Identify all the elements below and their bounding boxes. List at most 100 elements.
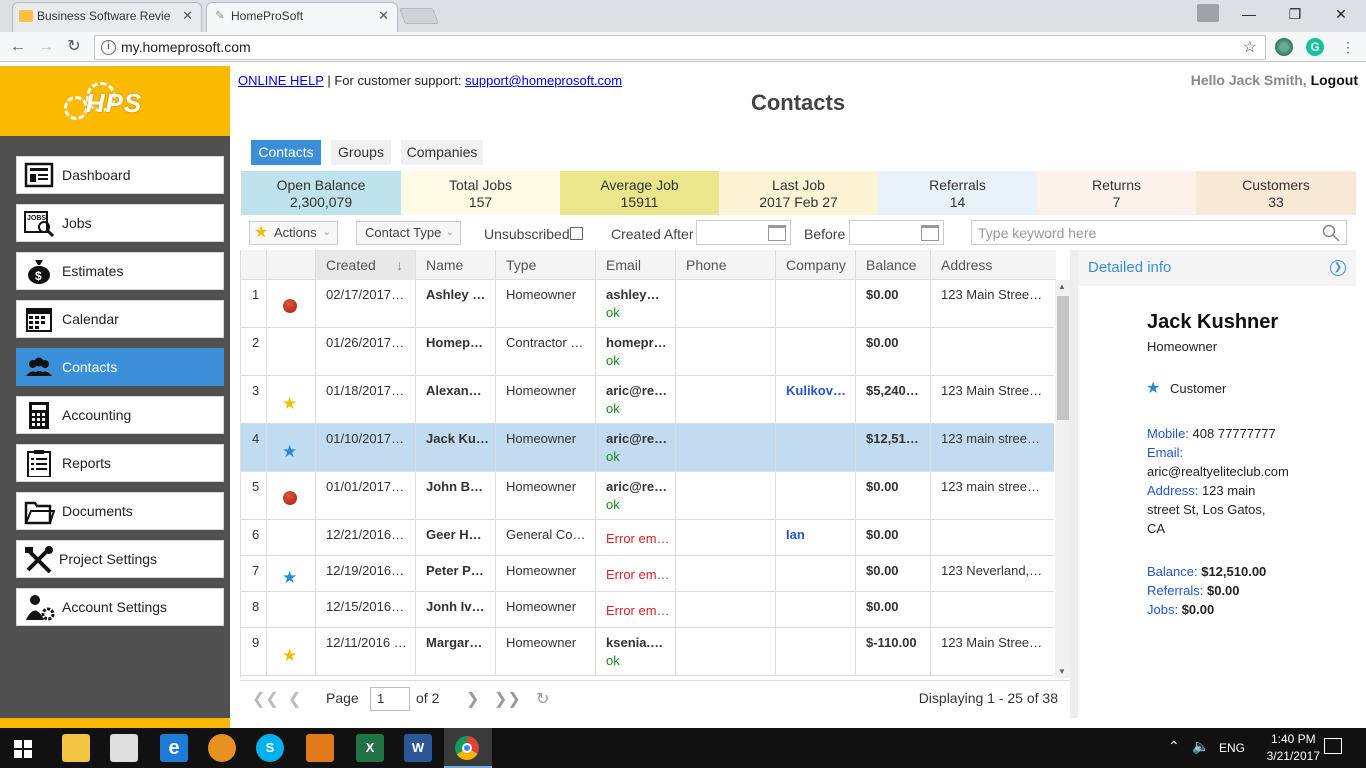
sidebar-item-estimates[interactable]: $ Estimates bbox=[16, 252, 224, 290]
store-icon[interactable] bbox=[110, 734, 138, 762]
row-marker[interactable]: ★ bbox=[267, 628, 316, 675]
stat-referrals[interactable]: Referrals 14 bbox=[878, 171, 1037, 215]
notifications-icon[interactable] bbox=[1324, 738, 1342, 754]
grammarly-extension-icon[interactable]: G bbox=[1306, 38, 1324, 56]
sidebar-item-contacts[interactable]: Contacts bbox=[16, 348, 224, 386]
row-marker[interactable] bbox=[267, 280, 316, 327]
support-email-link[interactable]: support@homeprosoft.com bbox=[465, 73, 622, 88]
user-profile-icon[interactable] bbox=[1188, 0, 1228, 30]
last-page-icon[interactable]: ❯❯ bbox=[494, 689, 521, 709]
search-icon[interactable] bbox=[1322, 224, 1340, 242]
cell-company[interactable] bbox=[776, 280, 856, 327]
table-row[interactable]: 7 ★ 12/19/2016… Peter P… Homeowner Error… bbox=[241, 556, 1054, 592]
sidebar-item-project-settings[interactable]: Project Settings bbox=[16, 540, 224, 578]
browser-tab-homeprosoft[interactable]: ✎ HomeProSoft ✕ bbox=[206, 2, 398, 32]
skype-icon[interactable]: S bbox=[256, 734, 284, 762]
created-after-date-input[interactable] bbox=[696, 220, 791, 245]
cell-company[interactable] bbox=[776, 328, 856, 375]
scroll-up-icon[interactable]: ▲ bbox=[1058, 282, 1066, 291]
language-indicator[interactable]: ENG bbox=[1219, 741, 1245, 755]
contact-type-dropdown[interactable]: Contact Type ⌄ bbox=[356, 221, 461, 245]
tray-expand-icon[interactable]: ⌃ bbox=[1168, 738, 1180, 755]
scrollbar-thumb[interactable] bbox=[1057, 296, 1069, 420]
row-marker[interactable]: ★ bbox=[267, 556, 316, 591]
cell-company[interactable] bbox=[776, 424, 856, 471]
calendar-icon[interactable] bbox=[921, 225, 939, 241]
table-row[interactable]: 3 ★ 01/18/2017… Alexan… Homeowner aric@r… bbox=[241, 376, 1054, 424]
table-row[interactable]: 5 01/01/2017… John B… Homeowner aric@re…… bbox=[241, 472, 1054, 520]
row-marker[interactable]: ★ bbox=[267, 424, 316, 471]
sidebar-item-account-settings[interactable]: Account Settings bbox=[16, 588, 224, 626]
calendar-icon[interactable] bbox=[768, 225, 786, 241]
column-header-email[interactable]: Email bbox=[596, 250, 676, 280]
reload-icon[interactable]: ↻ bbox=[64, 37, 84, 57]
stat-last-job[interactable]: Last Job 2017 Feb 27 bbox=[719, 171, 878, 215]
cell-company[interactable]: Ian bbox=[776, 520, 856, 555]
column-header-address[interactable]: Address bbox=[931, 250, 1056, 280]
sidebar-item-dashboard[interactable]: Dashboard bbox=[16, 156, 224, 194]
column-header-type[interactable]: Type bbox=[496, 250, 596, 280]
stat-customers[interactable]: Customers 33 bbox=[1196, 171, 1356, 215]
chrome-taskbar-button[interactable] bbox=[444, 728, 492, 768]
browser-menu-icon[interactable]: ⋮ bbox=[1338, 37, 1358, 57]
sidebar-item-documents[interactable]: Documents bbox=[16, 492, 224, 530]
sidebar-item-reports[interactable]: Reports bbox=[16, 444, 224, 482]
panel-splitter[interactable] bbox=[1070, 250, 1078, 718]
table-row[interactable]: 6 12/21/2016… Geer H… General Co… Error … bbox=[241, 520, 1054, 556]
grid-scrollbar[interactable]: ▲ ▼ bbox=[1055, 280, 1071, 678]
cell-company[interactable] bbox=[776, 556, 856, 591]
row-marker[interactable] bbox=[267, 592, 316, 627]
before-date-input[interactable] bbox=[849, 220, 944, 245]
sidebar-item-accounting[interactable]: Accounting bbox=[16, 396, 224, 434]
table-row[interactable]: 9 ★ 12/11/2016 … Margar… Homeowner kseni… bbox=[241, 628, 1054, 676]
scroll-down-icon[interactable]: ▼ bbox=[1058, 667, 1066, 676]
sidebar-item-calendar[interactable]: Calendar bbox=[16, 300, 224, 338]
windows-start-icon[interactable] bbox=[14, 740, 32, 758]
online-help-link[interactable]: ONLINE HELP bbox=[238, 73, 324, 88]
row-marker[interactable] bbox=[267, 520, 316, 555]
column-header-company[interactable]: Company bbox=[776, 250, 856, 280]
stat-open-balance[interactable]: Open Balance 2,300,079 bbox=[241, 171, 401, 215]
table-row[interactable]: 4 ★ 01/10/2017… Jack Ku… Homeowner aric@… bbox=[241, 424, 1054, 472]
sidebar-item-jobs[interactable]: JOBS Jobs bbox=[16, 204, 224, 242]
site-info-icon[interactable]: i bbox=[101, 40, 116, 55]
close-tab-icon[interactable]: ✕ bbox=[378, 3, 389, 29]
app-logo[interactable]: HPS bbox=[0, 66, 230, 136]
cell-company[interactable] bbox=[776, 472, 856, 519]
email-value[interactable]: aric@realtyeliteclub.com bbox=[1147, 462, 1289, 481]
refresh-icon[interactable]: ↻ bbox=[536, 689, 549, 709]
column-header-name[interactable]: Name bbox=[416, 250, 496, 280]
url-input[interactable]: i my.homeprosoft.com ☆ bbox=[94, 35, 1266, 60]
page-number-input[interactable]: 1 bbox=[370, 687, 410, 711]
stat-total-jobs[interactable]: Total Jobs 157 bbox=[401, 171, 560, 215]
next-page-icon[interactable]: ❯ bbox=[466, 689, 479, 709]
table-row[interactable]: 1 02/17/2017… Ashley … Homeowner ashley…… bbox=[241, 280, 1054, 328]
bookmark-star-icon[interactable]: ☆ bbox=[1243, 36, 1257, 59]
first-page-icon[interactable]: ❮❮ bbox=[252, 689, 279, 709]
tab-groups[interactable]: Groups bbox=[331, 140, 391, 165]
cell-company[interactable]: Kulikov… bbox=[776, 376, 856, 423]
excel-icon[interactable]: X bbox=[356, 734, 384, 762]
forward-icon[interactable]: → bbox=[36, 37, 56, 57]
stat-returns[interactable]: Returns 7 bbox=[1037, 171, 1196, 215]
column-header-phone[interactable]: Phone bbox=[676, 250, 776, 280]
close-tab-icon[interactable]: ✕ bbox=[182, 3, 193, 29]
collapse-panel-icon[interactable]: ❯ bbox=[1330, 260, 1346, 276]
app-icon[interactable] bbox=[208, 734, 236, 762]
cell-company[interactable] bbox=[776, 592, 856, 627]
restore-window-icon[interactable]: ❐ bbox=[1272, 0, 1318, 30]
previous-page-icon[interactable]: ❮ bbox=[288, 689, 301, 709]
cell-company[interactable] bbox=[776, 628, 856, 675]
browser-tab-business-software[interactable]: Business Software Revie ✕ bbox=[12, 2, 202, 32]
new-tab-button[interactable] bbox=[399, 8, 439, 24]
system-clock[interactable]: 1:40 PM 3/21/2017 bbox=[1267, 731, 1320, 765]
unsubscribed-checkbox[interactable] bbox=[570, 227, 583, 240]
sort-desc-icon[interactable]: ↓ bbox=[396, 250, 403, 280]
volume-icon[interactable]: 🔈 bbox=[1192, 738, 1209, 755]
logout-link[interactable]: Logout bbox=[1311, 72, 1358, 88]
column-header-balance[interactable]: Balance bbox=[856, 250, 931, 280]
tab-contacts[interactable]: Contacts bbox=[251, 140, 321, 165]
edge-browser-icon[interactable]: e bbox=[160, 734, 188, 762]
column-header-created[interactable]: Created ↓ bbox=[316, 250, 416, 280]
actions-dropdown[interactable]: ★ Actions ⌄ bbox=[249, 221, 338, 245]
